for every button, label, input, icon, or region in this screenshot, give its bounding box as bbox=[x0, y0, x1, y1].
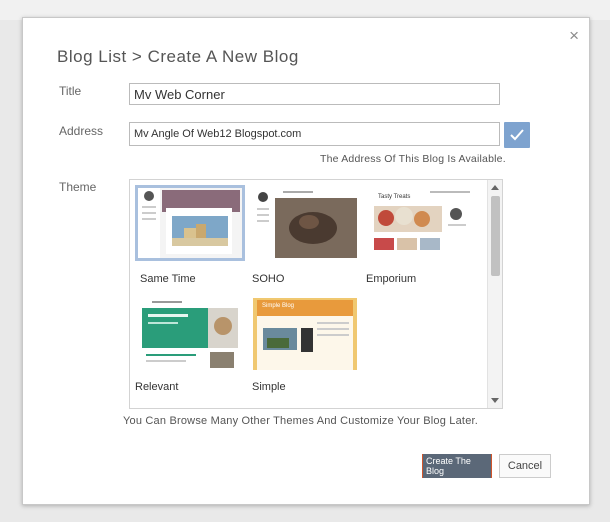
availability-note: The Address Of This Blog Is Available. bbox=[320, 153, 506, 165]
checkmark-icon bbox=[510, 129, 524, 141]
theme-thumb-emporium[interactable]: Tasty Treats bbox=[370, 188, 474, 258]
title-input[interactable]: Mv Web Corner bbox=[129, 83, 500, 105]
title-label: Title bbox=[59, 84, 82, 98]
theme-thumb-same-time[interactable] bbox=[135, 185, 245, 261]
browse-themes-note: You Can Browse Many Other Themes And Cus… bbox=[123, 415, 479, 427]
scroll-down-icon[interactable] bbox=[491, 398, 499, 403]
theme-preview-image bbox=[138, 298, 242, 370]
check-availability-button[interactable] bbox=[504, 122, 530, 148]
create-blog-button[interactable]: Create The Blog bbox=[422, 454, 492, 478]
theme-name-same-time[interactable]: Same Time bbox=[140, 273, 196, 285]
address-input[interactable]: Mv Angle Of Web12 Blogspot.com bbox=[129, 122, 500, 146]
theme-thumb-soho[interactable] bbox=[253, 188, 357, 258]
theme-thumb-relevant[interactable] bbox=[138, 298, 242, 370]
theme-preview-image bbox=[253, 188, 357, 258]
theme-name-simple[interactable]: Simple bbox=[252, 381, 286, 393]
theme-label: Theme bbox=[59, 180, 97, 194]
theme-thumb-simple[interactable]: Simple Blog bbox=[253, 298, 357, 370]
cancel-button[interactable]: Cancel bbox=[499, 454, 551, 478]
create-blog-dialog: × Blog List > Create A New Blog Title Mv… bbox=[22, 17, 590, 505]
theme-name-emporium[interactable]: Emporium bbox=[366, 273, 416, 285]
simple-blog-text: Simple Blog bbox=[262, 303, 295, 309]
theme-name-relevant[interactable]: Relevant bbox=[135, 381, 178, 393]
tasty-treats-text: Tasty Treats bbox=[378, 194, 411, 200]
create-blog-button-label: Create The Blog bbox=[423, 454, 491, 478]
theme-picker: Same Time SOHO Tasty Treats Emporium Rel… bbox=[129, 179, 503, 409]
theme-preview-image bbox=[138, 188, 242, 258]
theme-name-soho[interactable]: SOHO bbox=[252, 273, 284, 285]
scroll-up-icon[interactable] bbox=[491, 185, 499, 190]
address-label: Address bbox=[59, 124, 104, 138]
close-icon[interactable]: × bbox=[569, 27, 579, 45]
scroll-thumb[interactable] bbox=[491, 196, 500, 276]
dialog-title: Blog List > Create A New Blog bbox=[57, 47, 299, 66]
theme-scrollbar[interactable] bbox=[487, 180, 502, 408]
